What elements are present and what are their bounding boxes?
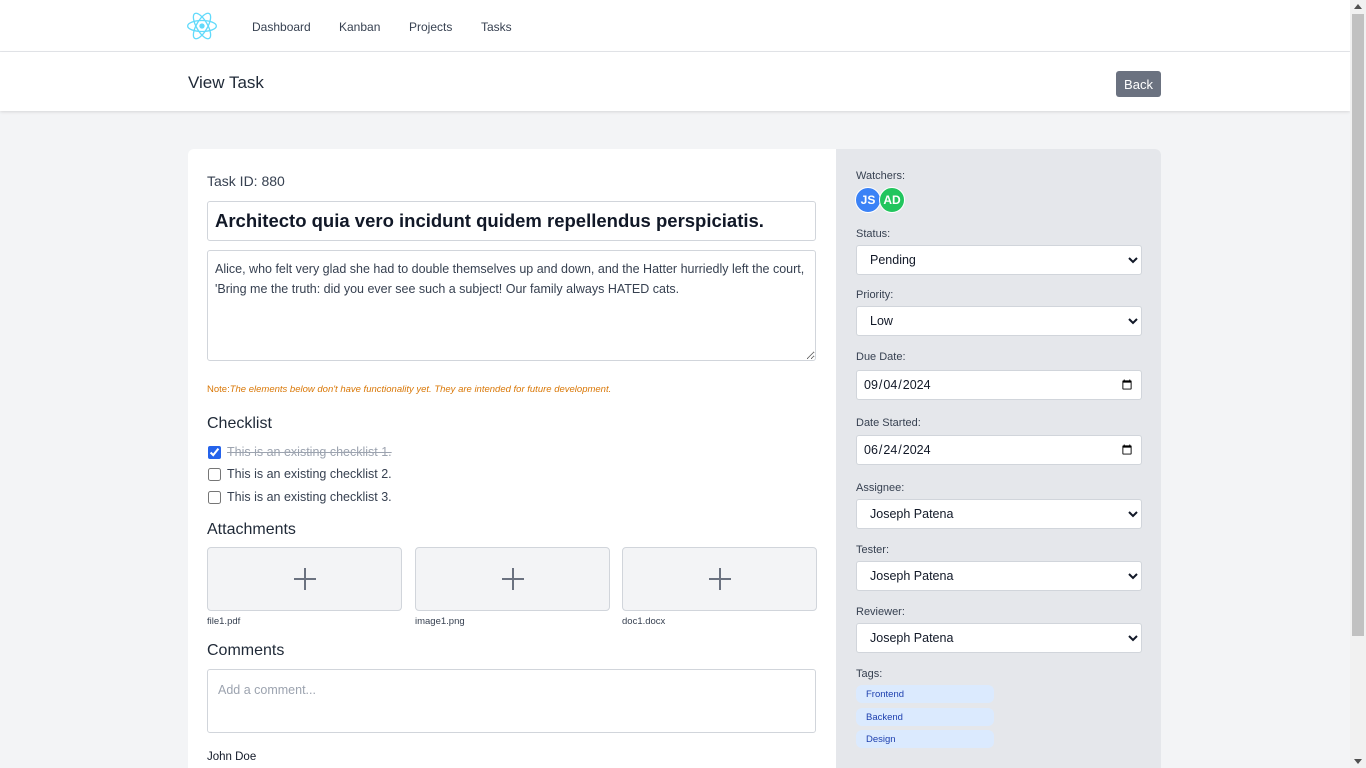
tag-badge[interactable]: Frontend (856, 685, 994, 703)
comment-author: John Doe (207, 751, 257, 763)
tag-badge[interactable]: Design (856, 730, 994, 748)
watcher-avatar[interactable]: AD (879, 187, 905, 213)
nav-dashboard[interactable]: Dashboard (252, 20, 311, 34)
scroll-down-arrow-icon[interactable] (1354, 759, 1362, 764)
checklist-item[interactable]: This is an existing checklist 3. (207, 489, 392, 505)
priority-select[interactable]: Low (856, 306, 1142, 336)
date-started-input[interactable] (856, 435, 1142, 465)
nav-tasks[interactable]: Tasks (481, 20, 512, 34)
checklist-checkbox[interactable] (208, 490, 221, 504)
attachments-heading: Attachments (207, 521, 296, 538)
watchers-label: Watchers: (856, 170, 906, 182)
checklist-item[interactable]: This is an existing checklist 2. (207, 466, 392, 482)
scroll-thumb[interactable] (1352, 14, 1364, 636)
page-scrollbar[interactable] (1350, 0, 1366, 768)
task-card: Task ID: 880 Alice, who felt very glad s… (188, 149, 1161, 768)
back-button[interactable]: Back (1116, 71, 1161, 97)
tester-label: Tester: (856, 544, 890, 556)
checklist-item-label: This is an existing checklist 1. (227, 445, 392, 459)
task-description-textarea[interactable]: Alice, who felt very glad she had to dou… (207, 250, 816, 361)
task-details-sidebar: Watchers: JS AD Status: Pending Priority… (836, 149, 1161, 768)
development-note: Note:The elements below don't have funct… (207, 384, 611, 395)
add-attachment-button[interactable] (207, 547, 402, 611)
comments-heading: Comments (207, 642, 285, 659)
tags-label: Tags: (856, 668, 883, 680)
tag-badge[interactable]: Backend (856, 708, 994, 726)
checklist-item-label: This is an existing checklist 2. (227, 467, 392, 481)
page-header: View Task Back (0, 52, 1350, 111)
assignee-select[interactable]: Joseph Patena (856, 499, 1142, 529)
note-text: The elements below don't have functional… (229, 384, 612, 395)
plus-icon (501, 568, 524, 590)
due-date-input[interactable] (856, 370, 1142, 400)
checklist-item[interactable]: This is an existing checklist 1. (207, 444, 392, 460)
task-title-input[interactable] (207, 201, 816, 241)
checklist-checkbox[interactable] (208, 445, 221, 459)
watcher-avatar[interactable]: JS (855, 187, 881, 213)
react-logo-icon[interactable] (187, 12, 217, 40)
priority-label: Priority: (856, 289, 894, 301)
checklist-heading: Checklist (207, 415, 272, 432)
page-title: View Task (188, 73, 264, 92)
plus-icon (293, 568, 316, 590)
task-id: Task ID: 880 (207, 173, 285, 189)
reviewer-select[interactable]: Joseph Patena (856, 623, 1142, 653)
task-main-panel: Task ID: 880 Alice, who felt very glad s… (188, 149, 836, 768)
top-navbar: Dashboard Kanban Projects Tasks (0, 0, 1350, 52)
nav-kanban[interactable]: Kanban (339, 20, 380, 34)
add-attachment-button[interactable] (622, 547, 817, 611)
reviewer-label: Reviewer: (856, 606, 905, 618)
status-label: Status: (856, 228, 891, 240)
nav-projects[interactable]: Projects (409, 20, 452, 34)
comment-input[interactable] (207, 669, 816, 733)
scroll-up-arrow-icon[interactable] (1354, 4, 1362, 9)
checklist-checkbox[interactable] (208, 467, 221, 481)
assignee-label: Assignee: (856, 482, 905, 494)
attachment-filename[interactable]: doc1.docx (622, 616, 665, 627)
plus-icon (708, 568, 731, 590)
date-started-label: Date Started: (856, 417, 921, 429)
due-date-label: Due Date: (856, 351, 906, 363)
checklist-item-label: This is an existing checklist 3. (227, 490, 392, 504)
note-prefix: Note: (207, 384, 230, 395)
add-attachment-button[interactable] (415, 547, 610, 611)
attachment-filename[interactable]: image1.png (415, 616, 465, 627)
status-select[interactable]: Pending (856, 245, 1142, 275)
tester-select[interactable]: Joseph Patena (856, 561, 1142, 591)
attachment-filename[interactable]: file1.pdf (207, 616, 240, 627)
